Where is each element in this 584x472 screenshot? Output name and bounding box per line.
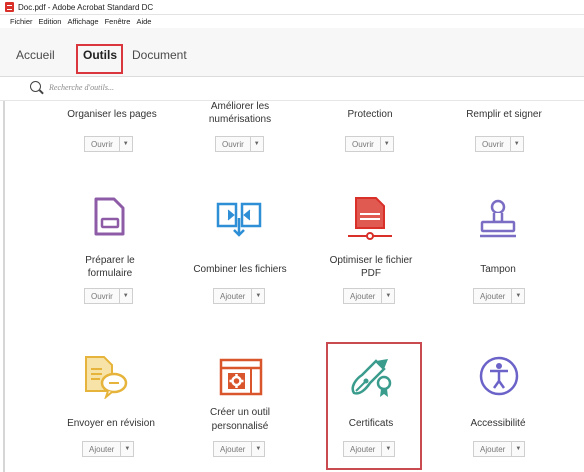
tool-optimize-label-line2: PDF: [361, 268, 381, 279]
tool-accessibility-label: Accessibilité: [470, 418, 526, 429]
tool-custom-label-line2: personnalisé: [211, 421, 269, 432]
send-for-review-icon[interactable]: [80, 353, 130, 399]
chevron-down-icon[interactable]: ▼: [381, 289, 394, 303]
add-button-accessibility[interactable]: Ajouter ▼: [473, 441, 526, 457]
accessibility-icon[interactable]: [478, 355, 520, 397]
chevron-down-icon[interactable]: ▼: [511, 289, 524, 303]
tool-prepare-form-label-line1: Préparer le: [85, 255, 135, 266]
acrobat-app-icon: [5, 2, 14, 12]
add-button-optimize[interactable]: Ajouter ▼: [343, 288, 396, 304]
chevron-down-icon[interactable]: ▼: [118, 137, 132, 151]
chevron-down-icon[interactable]: ▼: [249, 137, 263, 151]
menu-edition[interactable]: Edition: [39, 17, 62, 26]
stamp-icon[interactable]: [476, 198, 520, 242]
menu-aide[interactable]: Aide: [136, 17, 151, 26]
chevron-down-icon[interactable]: ▼: [379, 137, 393, 151]
tool-review-label: Envoyer en révision: [67, 418, 155, 429]
add-button-combine[interactable]: Ajouter ▼: [213, 288, 266, 304]
custom-tool-icon[interactable]: [218, 357, 264, 397]
open-button-fill-sign[interactable]: Ouvrir ▼: [475, 136, 524, 152]
add-button-review[interactable]: Ajouter ▼: [82, 441, 135, 457]
add-button-stamp[interactable]: Ajouter ▼: [473, 288, 526, 304]
chevron-down-icon[interactable]: ▼: [251, 289, 264, 303]
left-divider: [3, 101, 5, 472]
tab-accueil[interactable]: Accueil: [16, 48, 55, 62]
chevron-down-icon[interactable]: ▼: [511, 442, 524, 456]
tab-outils-highlight: [76, 44, 123, 74]
tool-custom-label-line1: Créer un outil: [209, 407, 271, 418]
tools-grid: Organiser les pages Améliorer les numéri…: [0, 101, 584, 472]
open-button-protect[interactable]: Ouvrir ▼: [345, 136, 394, 152]
menu-fichier[interactable]: Fichier: [10, 17, 33, 26]
tool-fill-sign-label: Remplir et signer: [466, 109, 542, 120]
search-input[interactable]: Recherche d'outils...: [49, 83, 114, 92]
menu-affichage[interactable]: Affichage: [67, 17, 98, 26]
tool-enhance-label-line1: Améliorer les: [210, 101, 270, 112]
tool-organize-label: Organiser les pages: [67, 109, 157, 120]
chevron-down-icon[interactable]: ▼: [120, 442, 133, 456]
menu-fenetre[interactable]: Fenêtre: [105, 17, 131, 26]
open-button-prepare-form[interactable]: Ouvrir ▼: [84, 288, 133, 304]
prepare-form-icon[interactable]: [92, 196, 128, 238]
tab-document[interactable]: Document: [132, 48, 187, 62]
tool-prepare-form-label-line2: formulaire: [87, 268, 133, 279]
combine-files-icon[interactable]: [214, 198, 266, 240]
tool-stamp-label: Tampon: [480, 264, 516, 275]
chevron-down-icon[interactable]: ▼: [509, 137, 523, 151]
certificates-highlight: [326, 342, 422, 470]
tool-enhance-label-line2: numérisations: [208, 114, 272, 125]
chevron-down-icon[interactable]: ▼: [118, 289, 132, 303]
title-bar: Doc.pdf - Adobe Acrobat Standard DC: [0, 0, 584, 15]
tool-search-bar[interactable]: Recherche d'outils...: [0, 77, 584, 101]
tool-protect-label: Protection: [347, 109, 393, 120]
open-button-enhance[interactable]: Ouvrir ▼: [215, 136, 264, 152]
add-button-custom-tool[interactable]: Ajouter ▼: [213, 441, 266, 457]
window-title: Doc.pdf - Adobe Acrobat Standard DC: [18, 2, 154, 12]
optimize-pdf-icon[interactable]: [346, 194, 394, 242]
menu-bar: Fichier Edition Affichage Fenêtre Aide: [0, 15, 584, 27]
chevron-down-icon[interactable]: ▼: [251, 442, 264, 456]
search-icon: [30, 81, 41, 92]
tool-combine-label: Combiner les fichiers: [193, 264, 287, 275]
tool-optimize-label-line1: Optimiser le fichier: [329, 255, 413, 266]
open-button-organize[interactable]: Ouvrir ▼: [84, 136, 133, 152]
